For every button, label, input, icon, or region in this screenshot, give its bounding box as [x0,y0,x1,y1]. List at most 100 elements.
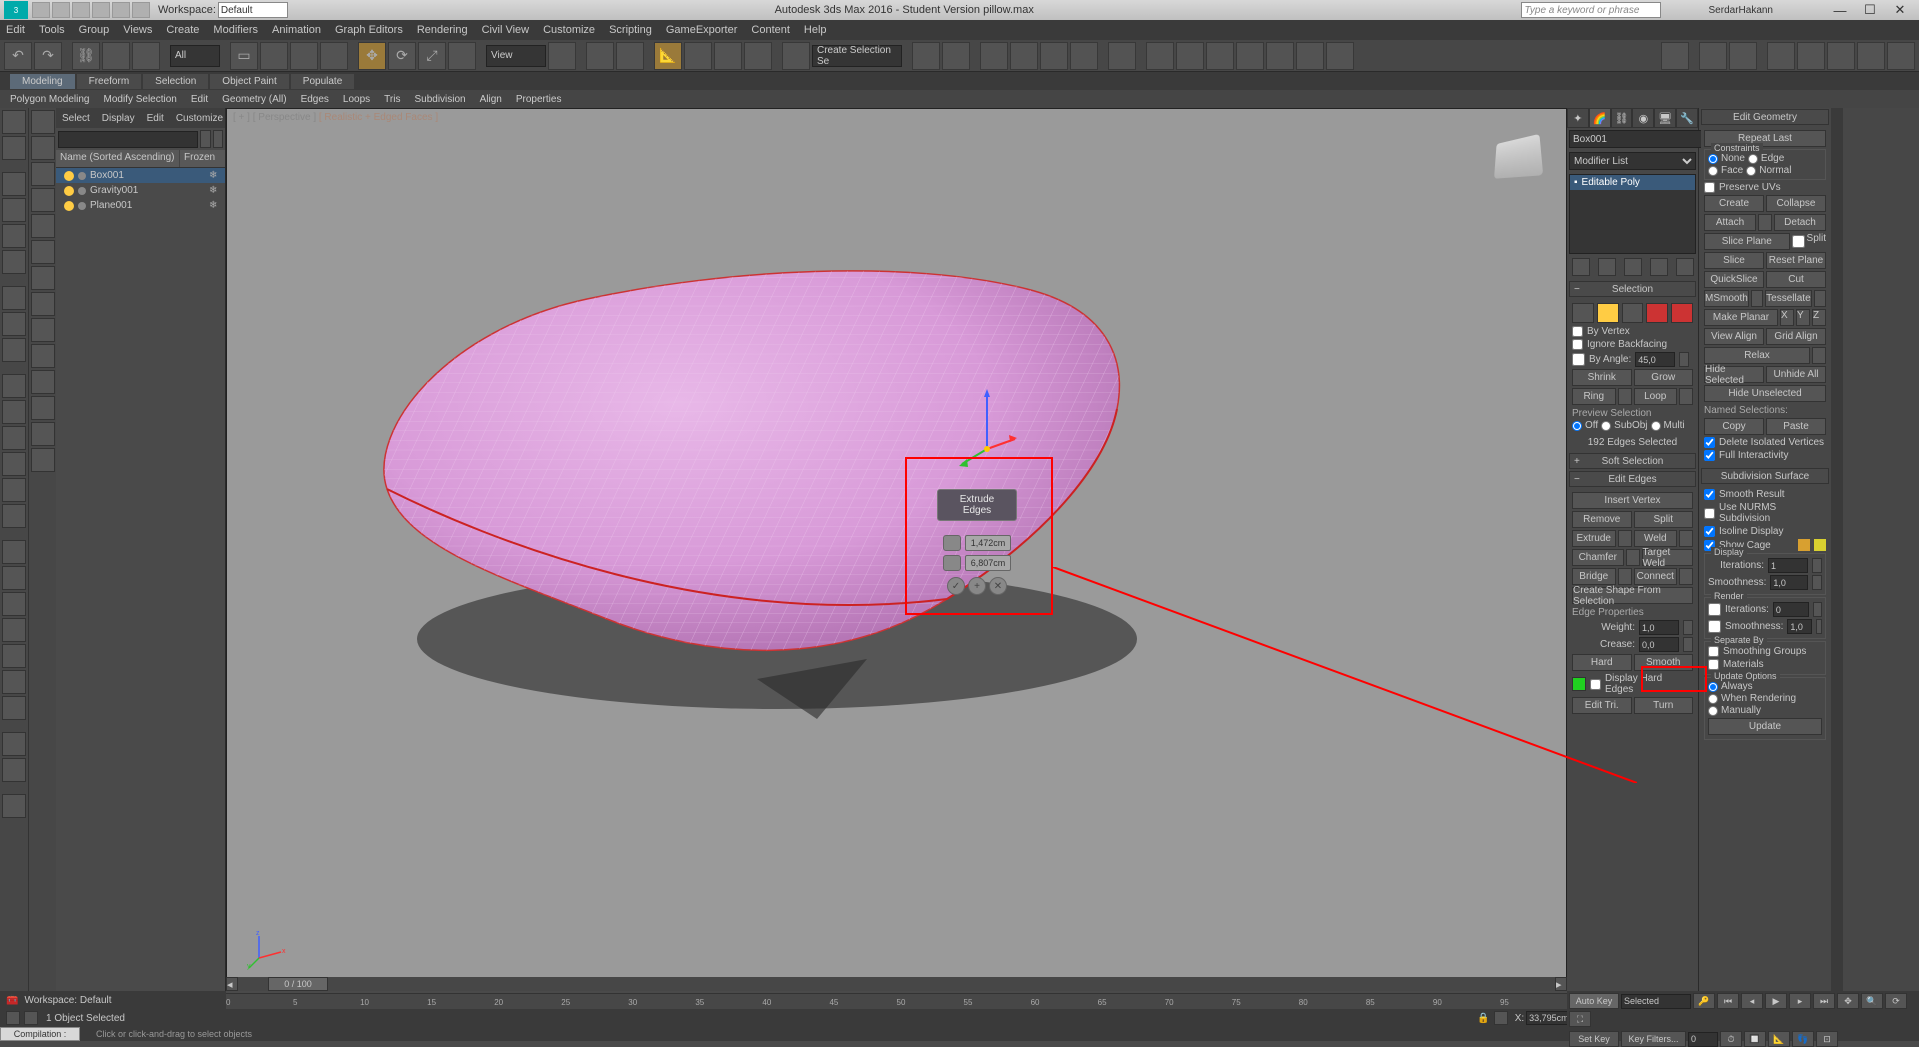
preview-multi-radio[interactable] [1651,421,1661,431]
disp-iter-spinner[interactable]: 1 [1768,558,1808,573]
slice-button[interactable]: Slice [1704,252,1764,269]
nav-zoom-icon[interactable]: 🔍 [1861,993,1883,1009]
attach-list-button[interactable] [1758,214,1772,231]
rib-properties[interactable]: Properties [516,94,562,105]
lt2-border-icon[interactable] [31,240,55,264]
rib-edit[interactable]: Edit [191,94,208,105]
planar-z[interactable]: Z [1812,309,1826,326]
goto-end-icon[interactable]: ⏭ [1813,993,1835,1009]
display-hard-check[interactable] [1590,679,1601,690]
material-editor-icon[interactable] [1108,42,1136,70]
lt1-grid2-icon[interactable] [2,250,26,274]
se-col-name[interactable]: Name (Sorted Ascending) [56,150,180,167]
tab-motion-icon[interactable]: ◉ [1632,108,1654,128]
reset-plane-button[interactable]: Reset Plane [1766,252,1826,269]
list-item[interactable]: Plane001 ❄ [56,198,225,213]
lt1-omni-icon[interactable] [2,338,26,362]
help-icon[interactable] [1797,2,1813,18]
connect-settings-button[interactable] [1679,568,1693,585]
link-icon[interactable]: ⛓ [72,42,100,70]
lt1-rock-icon[interactable] [2,618,26,642]
lt2-elem-icon[interactable] [31,266,55,290]
rib-tris[interactable]: Tris [384,94,400,105]
caddy-apply-button[interactable]: + [968,577,986,595]
close-button[interactable]: ✕ [1885,1,1915,19]
msmooth-button[interactable]: MSmooth [1704,290,1749,307]
lt1-script-icon[interactable] [2,670,26,694]
subobj-edge-icon[interactable] [1597,303,1619,323]
maxscript-icon[interactable] [6,1011,20,1025]
redo-icon[interactable]: ↷ [34,42,62,70]
ring-button[interactable]: Ring [1572,388,1616,405]
lt2-morph-icon[interactable] [31,448,55,472]
tab-utilities-icon[interactable]: 🔧 [1676,108,1698,128]
spinner-arrows[interactable] [1812,558,1822,573]
lt1-light-icon[interactable] [2,286,26,310]
preview-off-radio[interactable] [1572,421,1582,431]
edit-tri-button[interactable]: Edit Tri. [1572,697,1632,714]
lt1-spray-icon[interactable] [2,540,26,564]
visibility-icon[interactable] [64,186,74,196]
selection-filter-dropdown[interactable]: All [170,45,220,67]
caddy-ok-button[interactable]: ✓ [947,577,965,595]
key-filters-button[interactable]: Key Filters... [1621,1031,1686,1047]
undo-icon[interactable]: ↶ [4,42,32,70]
nav-pan-icon[interactable]: ✥ [1837,993,1859,1009]
se-filter-input[interactable] [58,131,198,148]
rib-align[interactable]: Align [480,94,502,105]
relax-button[interactable]: Relax [1704,347,1810,364]
rib-modify-selection[interactable]: Modify Selection [104,94,177,105]
cmd-scrollbar[interactable] [1831,108,1843,991]
view-align-button[interactable]: View Align [1704,328,1764,345]
lt2-face-icon[interactable] [31,162,55,186]
ignore-backfacing-check[interactable] [1572,339,1583,350]
menu-modifiers[interactable]: Modifiers [213,24,258,36]
paste-sel-button[interactable]: Paste [1766,418,1826,435]
ws-icon[interactable]: 🧰 [6,995,18,1006]
rollout-edit-geometry[interactable]: Edit Geometry [1701,109,1829,125]
time-slider[interactable]: ◂ 0 / 100 ▸ [226,977,1567,991]
key-filter-dropdown[interactable]: Selected [1621,994,1691,1009]
nav-fov-icon[interactable]: 📐 [1768,1031,1790,1047]
info-icon[interactable] [1669,2,1685,18]
spinner-arrows[interactable] [1683,620,1693,635]
tab-object-paint[interactable]: Object Paint [210,74,288,89]
planar-x[interactable]: X [1780,309,1794,326]
make-unique-icon[interactable] [1624,258,1642,276]
grow-button[interactable]: Grow [1634,369,1694,386]
lt1-tree-icon[interactable] [2,592,26,616]
make-planar-button[interactable]: Make Planar [1704,309,1778,326]
keyboard-shortcut-icon[interactable] [616,42,644,70]
show-end-result-icon[interactable] [1598,258,1616,276]
unhide-all-button[interactable]: Unhide All [1766,366,1826,383]
tessellate-settings[interactable] [1814,290,1826,307]
lt1-sphere3-icon[interactable] [2,732,26,756]
msmooth-settings[interactable] [1751,290,1763,307]
tab-modeling[interactable]: Modeling [10,74,75,89]
visibility-icon[interactable] [64,201,74,211]
update-always-radio[interactable] [1708,682,1718,692]
connect-button[interactable]: Connect [1634,568,1678,585]
cage-color2[interactable] [1814,539,1826,551]
copy-sel-button[interactable]: Copy [1704,418,1764,435]
tab-create-icon[interactable]: ✦ [1567,108,1589,128]
loop-spinner[interactable] [1679,388,1693,405]
minimize-button[interactable]: — [1825,1,1855,19]
nav-walk-icon[interactable]: 👣 [1792,1031,1814,1047]
preview-subobj-radio[interactable] [1601,421,1611,431]
menu-content[interactable]: Content [751,24,790,36]
constraint-edge-radio[interactable] [1748,154,1758,164]
create-shape-button[interactable]: Create Shape From Selection [1572,587,1693,604]
select-scale-icon[interactable]: ⤢ [418,42,446,70]
ref-coord-dropdown[interactable]: View [486,45,546,67]
split-check[interactable] [1792,233,1805,250]
se-view-icon[interactable] [213,130,224,148]
render-active-icon[interactable] [1296,42,1324,70]
rollout-subdivision[interactable]: Subdivision Surface [1701,468,1829,484]
next-frame-icon[interactable]: ▸ [1789,993,1811,1009]
menu-group[interactable]: Group [79,24,110,36]
configure-sets-icon[interactable] [1676,258,1694,276]
constraint-normal-radio[interactable] [1746,166,1756,176]
perspective-viewport[interactable]: [ + ] [ Perspective ] [ Realistic + Edge… [226,108,1567,991]
se-col-frozen[interactable]: Frozen [180,150,225,167]
